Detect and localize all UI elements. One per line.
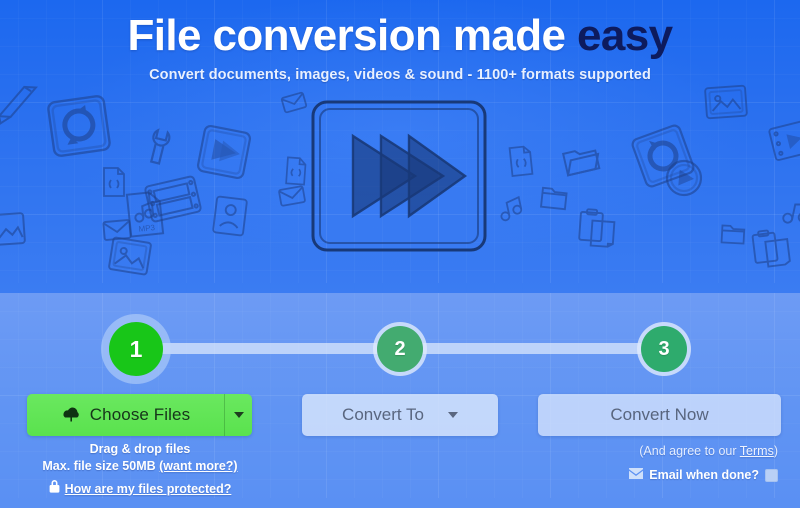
convert-to-caret-down-icon: [447, 412, 458, 418]
video-frame-doodle: [766, 117, 800, 163]
terms-link[interactable]: Terms: [740, 444, 774, 458]
envelope-doodle-mid: [276, 184, 307, 209]
want-more-link[interactable]: (want more?): [159, 459, 237, 473]
convert-to-button[interactable]: Convert To: [302, 394, 498, 436]
agree-suffix-text: ): [773, 444, 778, 458]
step-2-circle[interactable]: 2: [377, 326, 423, 372]
play-square-doodle: [194, 122, 255, 183]
page-title: File conversion made easy: [0, 8, 800, 64]
play-circle-doodle: [662, 156, 705, 199]
email-when-done-checkbox[interactable]: [765, 468, 778, 482]
code-file-doodle-left: [101, 166, 127, 198]
envelope-icon: [629, 466, 644, 484]
cloud-upload-icon: [61, 405, 82, 425]
code-file-doodle-right: [506, 144, 535, 179]
folder-doodle-open: [560, 141, 602, 178]
choose-files-group: Choose Files: [27, 394, 252, 436]
email-when-done-row: Email when done?: [629, 466, 778, 484]
convert-to-label: Convert To: [342, 405, 424, 424]
choose-files-button[interactable]: Choose Files: [27, 394, 224, 436]
max-file-size-text: Max. file size 50MB (want more?): [27, 458, 253, 475]
choose-files-dropdown-button[interactable]: [224, 394, 252, 436]
upload-help-text: Drag & drop files Max. file size 50MB (w…: [27, 441, 253, 498]
film-strip-doodle: [142, 172, 204, 225]
envelope-doodle-left: [101, 218, 133, 243]
terms-agreement-row: (And agree to our Terms): [629, 442, 778, 460]
step-2-number: 2: [394, 337, 406, 360]
folder-doodle-closed: [539, 184, 570, 213]
step-3-circle[interactable]: 3: [641, 326, 687, 372]
fast-forward-sketch-icon: [305, 96, 495, 261]
hero-banner: MP3 File conversion made easy Convert do…: [0, 0, 800, 293]
id-card-doodle: [211, 194, 250, 238]
convert-now-label: Convert Now: [610, 405, 709, 424]
convert-now-button[interactable]: Convert Now: [538, 394, 781, 436]
refresh-square-doodle: [44, 92, 114, 160]
step-indicator: 1 2 3: [0, 318, 800, 380]
clipboard-copy-doodle-right: [750, 226, 794, 269]
drag-drop-text: Drag & drop files: [89, 442, 191, 456]
page-subtitle: Convert documents, images, videos & soun…: [149, 67, 651, 83]
headline-main-text: File conversion made: [127, 11, 578, 60]
caret-down-icon: [233, 412, 244, 418]
folder-doodle-right: [719, 221, 746, 246]
files-protected-link[interactable]: How are my files protected?: [65, 481, 232, 498]
step-1-circle[interactable]: 1: [109, 322, 163, 376]
photo-frame-doodle: [0, 211, 27, 247]
email-when-done-label: Email when done?: [649, 468, 759, 482]
terms-and-email-block: (And agree to our Terms) Email when done…: [629, 442, 778, 484]
headline-accent-text: easy: [577, 11, 673, 60]
files-protected-row[interactable]: How are my files protected?: [27, 480, 253, 498]
wrench-doodle: [139, 125, 179, 170]
photo-frame-doodle-topright: [703, 84, 749, 121]
pencil-doodle: [0, 77, 47, 125]
max-size-label: Max. file size 50MB: [42, 459, 160, 473]
choose-files-label: Choose Files: [89, 405, 191, 424]
step-3-number: 3: [658, 337, 670, 360]
step-1-number: 1: [129, 335, 143, 362]
music-note-doodle-left: [496, 194, 527, 225]
file-conversion-page: MP3 File conversion made easy Convert do…: [0, 0, 800, 508]
clipboard-copy-doodle-left: [577, 207, 620, 248]
agree-prefix-text: (And agree to our: [639, 444, 740, 458]
lock-icon: [49, 480, 60, 498]
